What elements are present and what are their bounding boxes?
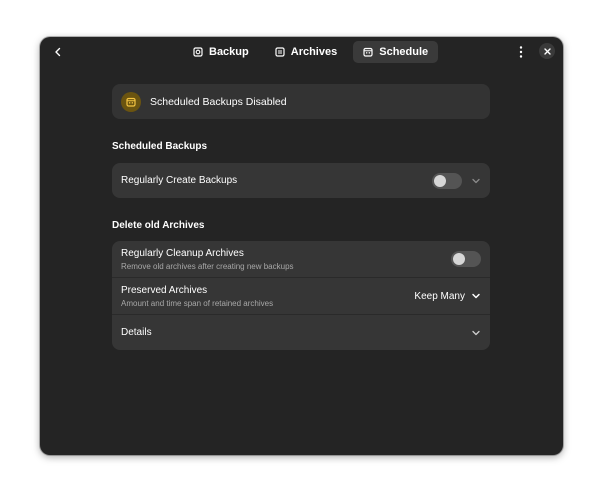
- close-icon: [543, 47, 551, 55]
- calendar-icon: [121, 91, 141, 112]
- tab-label: Archives: [290, 46, 338, 58]
- chevron-down-icon: [472, 330, 480, 335]
- section-title-delete-old: Delete old Archives: [112, 220, 205, 231]
- tab-schedule[interactable]: Schedule: [353, 41, 439, 63]
- archives-icon: [275, 47, 285, 57]
- backup-icon: [193, 47, 203, 57]
- cleanup-archives-switch[interactable]: [451, 251, 481, 267]
- header-bar: Backup Archives Schedule: [40, 37, 563, 67]
- create-backups-switch[interactable]: [432, 172, 462, 189]
- row-title: Regularly Create Backups: [121, 175, 238, 186]
- row-title: Regularly Cleanup Archives: [121, 247, 244, 259]
- tab-label: Backup: [209, 46, 249, 58]
- preserved-archives-dropdown[interactable]: Keep Many: [414, 291, 465, 302]
- details-row[interactable]: Details: [112, 314, 490, 350]
- row-subtitle: Remove old archives after creating new b…: [121, 261, 294, 271]
- tab-backup[interactable]: Backup: [183, 41, 259, 63]
- chevron-left-icon: [55, 47, 61, 57]
- banner-text: Scheduled Backups Disabled: [150, 95, 287, 108]
- regularly-cleanup-archives-row[interactable]: Regularly Cleanup Archives Remove old ar…: [112, 241, 490, 277]
- view-switcher: Backup Archives Schedule: [183, 41, 439, 63]
- main-menu-button[interactable]: [513, 42, 529, 62]
- preserved-archives-row[interactable]: Preserved Archives Amount and time span …: [112, 277, 490, 314]
- tab-label: Schedule: [379, 46, 429, 58]
- calendar-icon: [363, 47, 373, 57]
- more-vertical-icon: [519, 46, 523, 58]
- back-button[interactable]: [48, 42, 68, 62]
- scheduled-backups-card: Regularly Create Backups: [112, 163, 490, 198]
- chevron-down-icon: [472, 293, 480, 299]
- close-button[interactable]: [539, 43, 555, 59]
- regularly-create-backups-row[interactable]: Regularly Create Backups: [112, 163, 490, 198]
- chevron-down-icon: [472, 178, 480, 183]
- section-title-scheduled: Scheduled Backups: [112, 141, 208, 152]
- status-banner: Scheduled Backups Disabled: [112, 84, 490, 119]
- row-title: Details: [121, 327, 152, 338]
- delete-old-archives-card: Regularly Cleanup Archives Remove old ar…: [112, 241, 490, 350]
- switch-knob: [434, 174, 446, 187]
- switch-knob: [453, 253, 465, 265]
- tab-archives[interactable]: Archives: [265, 41, 347, 63]
- app-window: Backup Archives Schedule Scheduled Backu…: [40, 37, 563, 455]
- row-subtitle: Amount and time span of retained archive…: [121, 298, 274, 308]
- row-title: Preserved Archives: [121, 284, 208, 296]
